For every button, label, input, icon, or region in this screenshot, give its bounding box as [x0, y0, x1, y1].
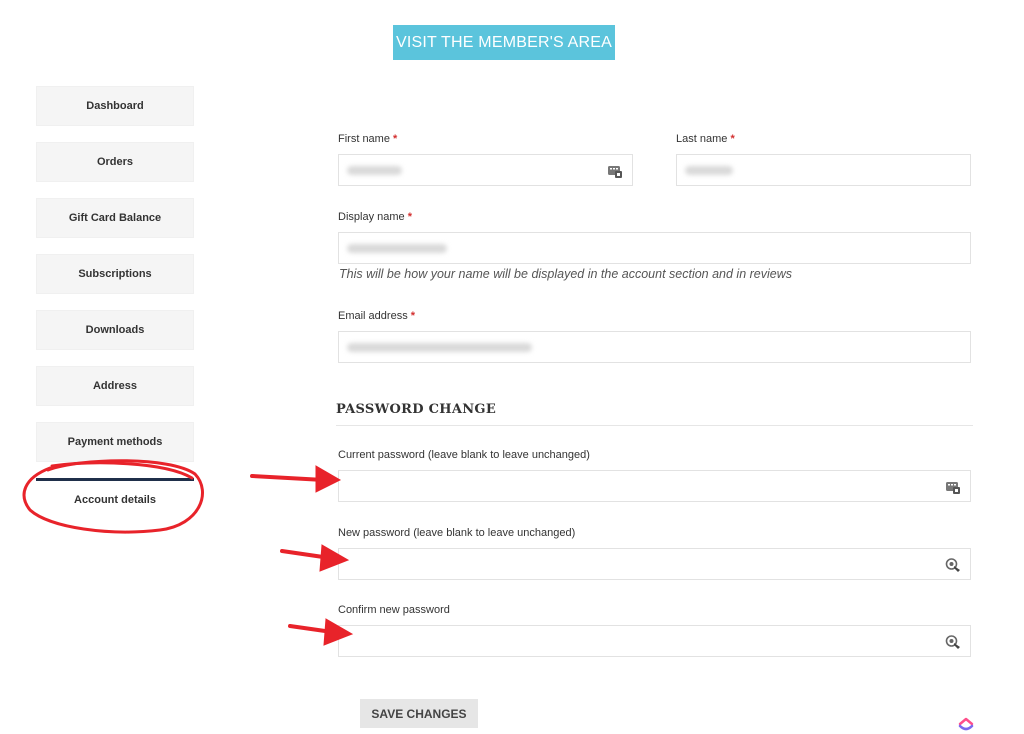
confirm-password-label: Confirm new password: [338, 604, 450, 616]
email-label: Email address *: [338, 310, 415, 322]
display-name-input[interactable]: [338, 232, 971, 264]
sidebar-item-gift-card-balance[interactable]: Gift Card Balance: [36, 198, 194, 238]
new-password-label: New password (leave blank to leave uncha…: [338, 527, 576, 539]
visit-members-area-button[interactable]: VISIT THE MEMBER'S AREA: [393, 25, 615, 60]
sidebar-item-dashboard[interactable]: Dashboard: [36, 86, 194, 126]
current-password-input[interactable]: [338, 470, 971, 502]
redacted-value: [347, 166, 402, 175]
required-mark: *: [730, 133, 735, 145]
email-label-text: Email address: [338, 310, 408, 322]
section-divider: [336, 425, 973, 426]
contact-card-icon[interactable]: [607, 163, 623, 179]
required-mark: *: [410, 310, 416, 322]
first-name-label-text: First name: [338, 133, 390, 145]
last-name-label: Last name *: [676, 133, 735, 145]
sidebar-item-orders[interactable]: Orders: [36, 142, 194, 182]
display-name-help-text: This will be how your name will be displ…: [339, 267, 793, 281]
clickup-logo-icon: [958, 717, 974, 731]
sidebar-item-downloads[interactable]: Downloads: [36, 310, 194, 350]
first-name-input[interactable]: [338, 154, 633, 186]
redacted-value: [685, 166, 733, 175]
email-input[interactable]: [338, 331, 971, 363]
sidebar-item-subscriptions[interactable]: Subscriptions: [36, 254, 194, 294]
first-name-label: First name *: [338, 133, 397, 145]
last-name-label-text: Last name: [676, 133, 728, 145]
required-mark: *: [407, 211, 412, 223]
new-password-input[interactable]: [338, 548, 971, 580]
sidebar-item-account-details[interactable]: Account details: [36, 478, 194, 518]
sidebar-item-payment-methods[interactable]: Payment methods: [36, 422, 194, 462]
key-icon[interactable]: [945, 634, 961, 650]
save-changes-button[interactable]: SAVE CHANGES: [360, 699, 478, 728]
password-change-heading: PASSWORD CHANGE: [336, 402, 497, 417]
display-name-label-text: Display name: [338, 211, 405, 223]
red-arrow-icon: [250, 465, 342, 493]
current-password-label: Current password (leave blank to leave u…: [338, 449, 590, 461]
key-icon[interactable]: [945, 557, 961, 573]
sidebar-item-address[interactable]: Address: [36, 366, 194, 406]
redacted-value: [347, 244, 447, 253]
contact-card-icon[interactable]: [945, 479, 961, 495]
last-name-input[interactable]: [676, 154, 971, 186]
display-name-label: Display name *: [338, 211, 412, 223]
required-mark: *: [393, 133, 398, 145]
confirm-password-input[interactable]: [338, 625, 971, 657]
redacted-value: [347, 343, 532, 352]
